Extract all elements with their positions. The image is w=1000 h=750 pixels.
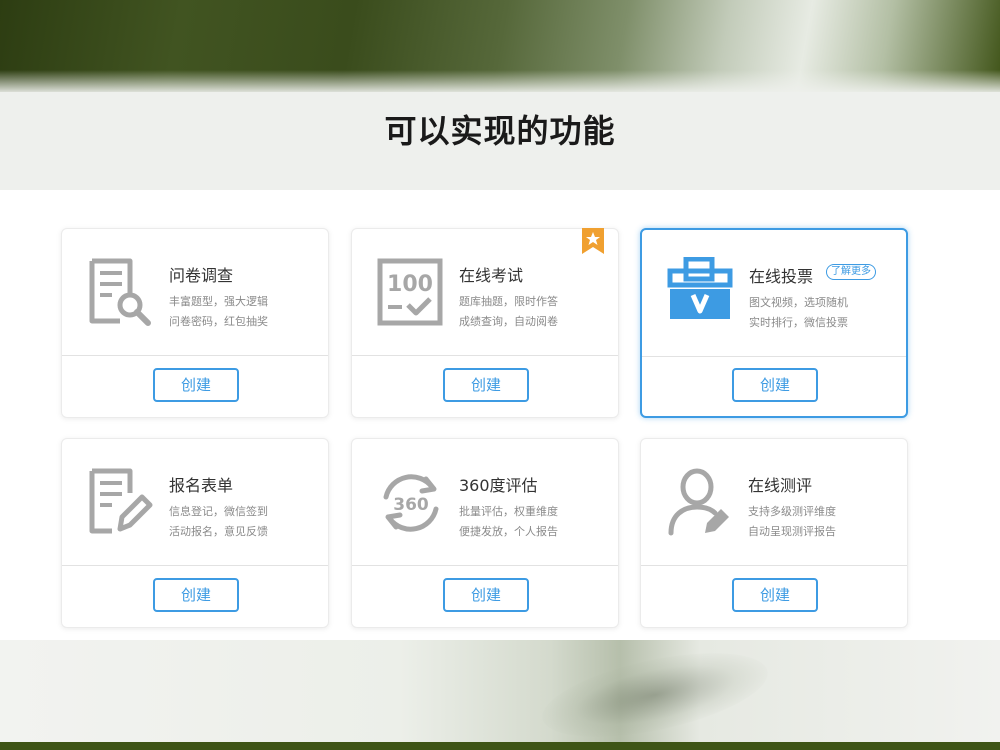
star-ribbon-icon	[582, 228, 604, 254]
feature-card-vote[interactable]: 在线投票 了解更多 图文视频，选项随机 实时排行，微信投票 创建	[640, 228, 908, 418]
person-edit-icon	[665, 467, 735, 539]
card-desc-line1: 批量评估，权重维度	[459, 505, 558, 518]
card-divider	[642, 356, 906, 357]
feature-card-360[interactable]: 360 360度评估 批量评估，权重维度 便捷发放，个人报告 创建	[351, 438, 619, 628]
card-desc-line2: 实时排行，微信投票	[749, 316, 848, 329]
background-bottom	[0, 640, 1000, 750]
create-button[interactable]: 创建	[443, 578, 529, 612]
create-button[interactable]: 创建	[443, 368, 529, 402]
card-desc-line2: 自动呈现测评报告	[748, 525, 836, 538]
card-divider	[62, 565, 328, 566]
card-divider	[352, 355, 618, 356]
card-title: 在线考试	[459, 266, 524, 285]
card-desc-line2: 问卷密码，红包抽奖	[169, 315, 268, 328]
page-title: 可以实现的功能	[384, 112, 616, 150]
feature-card-assessment[interactable]: 在线测评 支持多级测评维度 自动呈现测评报告 创建	[640, 438, 908, 628]
card-desc-line1: 题库抽题，限时作答	[459, 295, 558, 308]
card-desc-line2: 成绩查询，自动阅卷	[459, 315, 558, 328]
create-button[interactable]: 创建	[732, 578, 818, 612]
card-title: 报名表单	[169, 476, 234, 495]
exam-score-icon: 100	[376, 257, 446, 329]
svg-text:100: 100	[387, 272, 433, 297]
card-desc-line1: 图文视频，选项随机	[749, 296, 848, 309]
rotate-360-icon: 360	[376, 467, 446, 539]
card-desc-line2: 便捷发放，个人报告	[459, 525, 558, 538]
card-title: 360度评估	[459, 476, 538, 495]
ballot-box-icon	[666, 256, 736, 329]
feature-card-form[interactable]: 报名表单 信息登记，微信签到 活动报名，意见反馈 创建	[61, 438, 329, 628]
feature-card-exam[interactable]: 100 在线考试 题库抽题，限时作答 成绩查询，自动阅卷 创建	[351, 228, 619, 418]
card-divider	[62, 355, 328, 356]
feature-card-survey[interactable]: 问卷调查 丰富题型，强大逻辑 问卷密码，红包抽奖 创建	[61, 228, 329, 418]
survey-search-icon	[86, 257, 156, 329]
card-title: 在线投票	[749, 267, 814, 286]
form-edit-icon	[86, 467, 156, 539]
card-desc-line1: 支持多级测评维度	[748, 505, 836, 518]
card-divider	[641, 565, 907, 566]
feature-panel: 问卷调查 丰富题型，强大逻辑 问卷密码，红包抽奖 创建 100 在线考试 题库抽…	[0, 190, 1000, 640]
create-button[interactable]: 创建	[732, 368, 818, 402]
card-title: 在线测评	[748, 476, 813, 495]
create-button[interactable]: 创建	[153, 368, 239, 402]
learn-more-link[interactable]: 了解更多	[826, 264, 876, 280]
card-desc-line1: 丰富题型，强大逻辑	[169, 295, 268, 308]
card-desc-line1: 信息登记，微信签到	[169, 505, 268, 518]
card-desc-line2: 活动报名，意见反馈	[169, 525, 268, 538]
card-title: 问卷调查	[169, 266, 234, 285]
card-divider	[352, 565, 618, 566]
background-top	[0, 0, 1000, 92]
svg-text:360: 360	[393, 495, 429, 515]
create-button[interactable]: 创建	[153, 578, 239, 612]
